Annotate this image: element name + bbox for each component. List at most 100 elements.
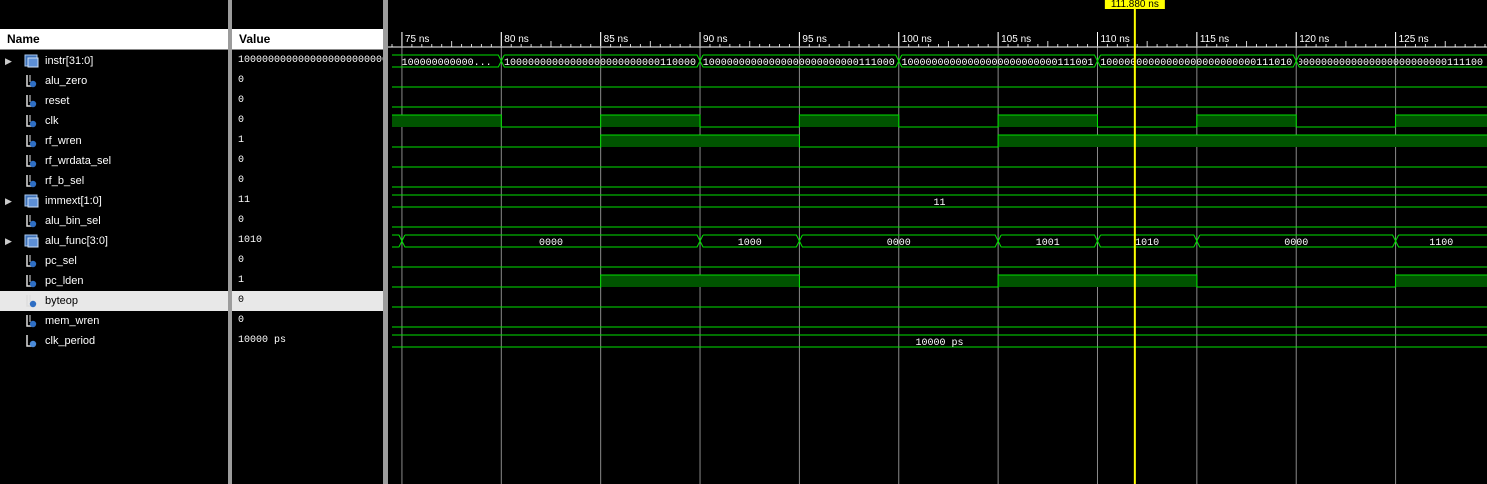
signal-name: alu_zero bbox=[45, 75, 88, 87]
high-level-fill bbox=[1196, 115, 1297, 127]
signal-row-clk-period[interactable]: clk_period bbox=[0, 331, 228, 351]
signal-value: 1 bbox=[238, 275, 245, 286]
signal-name: pc_lden bbox=[45, 275, 84, 287]
wave-instr: 100000000000... 1000000000000000000000000… bbox=[392, 54, 1487, 69]
value-row-alu-bin-sel[interactable]: 0 bbox=[232, 211, 383, 231]
time-tick-label: 90 ns bbox=[703, 34, 727, 45]
time-tick-label: 115 ns bbox=[1200, 34, 1229, 45]
expand-arrow-icon[interactable]: ▶ bbox=[5, 231, 12, 251]
signal-name: rf_wrdata_sel bbox=[45, 155, 112, 167]
high-level-fill bbox=[600, 115, 701, 127]
value-row-immext[interactable]: 11 bbox=[232, 191, 383, 211]
signal-row-alu-bin-sel[interactable]: alu_bin_sel bbox=[0, 211, 228, 231]
expand-arrow-icon[interactable]: ▶ bbox=[5, 191, 12, 211]
signal-icon bbox=[24, 254, 38, 268]
bus-signal-icon bbox=[24, 194, 39, 208]
signal-value: 1010 bbox=[238, 235, 263, 246]
signal-icon bbox=[24, 154, 38, 168]
signal-row-alu-func[interactable]: ▶ alu_func[3:0] bbox=[0, 231, 228, 251]
parameter-icon bbox=[24, 334, 38, 348]
wave-clk bbox=[392, 114, 1487, 128]
signal-value: 10000 ps bbox=[238, 335, 287, 346]
waveform-canvas[interactable]: 75 ns 80 ns 85 ns 90 ns 95 ns 100 ns 105 ns 110… bbox=[388, 0, 1487, 484]
signal-name: clk_period bbox=[45, 335, 96, 347]
value-row-clk-period[interactable]: 10000 ps bbox=[232, 331, 383, 351]
waveform-pane[interactable]: 75 ns 80 ns 85 ns 90 ns 95 ns 100 ns 105 ns 110… bbox=[388, 0, 1487, 484]
value-row-byteop[interactable]: 0 bbox=[232, 291, 383, 311]
bus-value-label: 1001 bbox=[1036, 238, 1060, 249]
signal-value: 1 bbox=[238, 135, 245, 146]
signal-name: pc_sel bbox=[45, 255, 77, 267]
expand-arrow-icon[interactable]: ▶ bbox=[5, 51, 12, 71]
signal-row-clk[interactable]: clk bbox=[0, 111, 228, 131]
cursor-time-label: 111.880 ns bbox=[1111, 0, 1159, 10]
bus-value-label: 10000000000000000000000000110000 bbox=[504, 58, 696, 69]
high-level-fill bbox=[392, 115, 502, 127]
signal-value-pane: Value 10000000000000000000000000111010 0 0… bbox=[232, 0, 383, 484]
wave-clk-period: 10000 ps bbox=[392, 334, 1487, 349]
bus-value-label: 1010 bbox=[1135, 238, 1159, 249]
signal-name: mem_wren bbox=[45, 315, 100, 327]
signal-row-pc-lden[interactable]: pc_lden bbox=[0, 271, 228, 291]
signal-row-rf-b-sel[interactable]: rf_b_sel bbox=[0, 171, 228, 191]
signal-name: alu_bin_sel bbox=[45, 215, 101, 227]
wave-alu-func: 0000 1000 0000 1001 1010 0000 1100 bbox=[392, 234, 1487, 249]
signal-value: 0 bbox=[238, 175, 245, 186]
bus-value-label: 10000000000000000000000000111000 bbox=[703, 58, 895, 69]
bit-waveform bbox=[392, 114, 1487, 128]
signal-icon bbox=[24, 134, 38, 148]
value-row-alu-zero[interactable]: 0 bbox=[232, 71, 383, 91]
value-row-alu-func[interactable]: 1010 bbox=[232, 231, 383, 251]
signal-value: 0 bbox=[238, 115, 245, 126]
value-column-header[interactable]: Value bbox=[232, 29, 383, 50]
signal-name: instr[31:0] bbox=[45, 55, 94, 67]
time-tick-label: 100 ns bbox=[902, 34, 932, 45]
signal-value: 0 bbox=[238, 315, 245, 326]
signal-value: 0 bbox=[238, 255, 245, 266]
signal-row-rf-wren[interactable]: rf_wren bbox=[0, 131, 228, 151]
signal-row-byteop[interactable]: byteop bbox=[0, 291, 228, 311]
value-row-instr[interactable]: 10000000000000000000000000111010 bbox=[232, 51, 383, 71]
time-tick-label: 110 ns bbox=[1100, 34, 1129, 45]
name-column-header[interactable]: Name bbox=[0, 29, 228, 50]
signal-value: 0 bbox=[238, 155, 245, 166]
bus-value-label: 0000 bbox=[1284, 238, 1308, 249]
signal-icon bbox=[24, 294, 38, 308]
value-row-mem-wren[interactable]: 0 bbox=[232, 311, 383, 331]
bit-waveform bbox=[392, 274, 1487, 288]
bus-value-label: 10000 ps bbox=[915, 338, 963, 349]
signal-row-pc-sel[interactable]: pc_sel bbox=[0, 251, 228, 271]
signal-icon bbox=[24, 274, 38, 288]
bus-value-label: 0000 bbox=[539, 238, 563, 249]
value-row-pc-lden[interactable]: 1 bbox=[232, 271, 383, 291]
signal-name: rf_wren bbox=[45, 135, 82, 147]
high-level-fill bbox=[998, 115, 1098, 127]
signal-icon bbox=[24, 74, 38, 88]
value-row-reset[interactable]: 0 bbox=[232, 91, 383, 111]
value-row-clk[interactable]: 0 bbox=[232, 111, 383, 131]
signal-row-mem-wren[interactable]: mem_wren bbox=[0, 311, 228, 331]
signal-icon bbox=[24, 314, 38, 328]
time-tick-label: 75 ns bbox=[405, 34, 429, 45]
signal-row-alu-zero[interactable]: alu_zero bbox=[0, 71, 228, 91]
value-row-rf-b-sel[interactable]: 0 bbox=[232, 171, 383, 191]
bus-value-label: 10000000000000000000000000111100 bbox=[1291, 58, 1483, 69]
signal-row-instr[interactable]: ▶ instr[31:0] bbox=[0, 51, 228, 71]
value-row-rf-wren[interactable]: 1 bbox=[232, 131, 383, 151]
signal-value: 0 bbox=[238, 75, 245, 86]
wave-pc-lden bbox=[392, 274, 1487, 288]
signal-row-rf-wrdata-sel[interactable]: rf_wrdata_sel bbox=[0, 151, 228, 171]
wave-immext: 11 bbox=[392, 194, 1487, 209]
signal-name-pane: Name ▶ instr[31:0] alu_zeroreset clk rf_wren… bbox=[0, 0, 228, 484]
high-level-fill bbox=[600, 135, 800, 147]
value-row-pc-sel[interactable]: 0 bbox=[232, 251, 383, 271]
bus-signal-icon bbox=[24, 54, 39, 68]
bus-value-label: 0000 bbox=[887, 238, 911, 249]
signal-row-immext[interactable]: ▶ immext[1:0] bbox=[0, 191, 228, 211]
signal-icon bbox=[24, 214, 38, 228]
time-tick-label: 95 ns bbox=[802, 34, 826, 45]
signal-name: byteop bbox=[45, 295, 79, 307]
signal-row-reset[interactable]: reset bbox=[0, 91, 228, 111]
value-row-rf-wrdata-sel[interactable]: 0 bbox=[232, 151, 383, 171]
time-tick-label: 120 ns bbox=[1299, 34, 1329, 45]
